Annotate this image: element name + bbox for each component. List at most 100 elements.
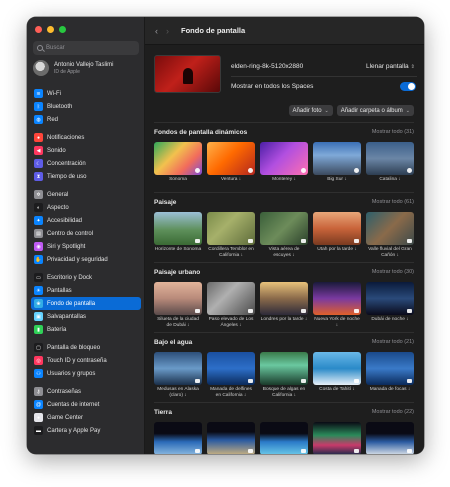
wallpaper-tile[interactable]: Valle fluvial del Gran Cañón ↓ <box>366 212 414 258</box>
sidebar-item-bluetooth[interactable]: ᛒ Bluetooth <box>31 100 141 113</box>
sidebar-group: ▭ Escritorio y Dock ☀ Pantallas ❀ Fondo de pa… <box>31 271 141 336</box>
zoom-button[interactable] <box>59 26 66 33</box>
minimize-button[interactable] <box>47 26 54 33</box>
sidebar-group: ≋ Wi-Fi ᛒ Bluetooth ◍ Red <box>31 87 141 126</box>
sidebar-group: ▢ Pantalla de bloqueo ◎ Touch ID y contrase… <box>31 341 141 380</box>
add-folder-label: Añadir carpeta o álbum <box>340 107 403 114</box>
sidebar-item-moon[interactable]: ☾ Concentración <box>31 157 141 170</box>
wallpaper-tile[interactable]: Paso elevado de Los Ángeles ↓ <box>207 282 255 328</box>
sidebar-item-battery[interactable]: ▮ Batería <box>31 323 141 336</box>
video-icon <box>301 239 306 243</box>
section-header: Bajo el agua Mostrar todo (21) <box>154 336 414 348</box>
wallpaper-tile[interactable]: Medusas en Alaska (claro) ↓ <box>154 352 202 398</box>
wallpaper-tile[interactable]: Oriente Medio ↓ <box>154 422 202 454</box>
search-field[interactable]: Buscar <box>33 41 139 55</box>
wallpaper-section: Bajo el agua Mostrar todo (21) Medusas en … <box>154 336 414 402</box>
wallpaper-label: Monterey ↓ <box>272 177 296 182</box>
wallpaper-tile[interactable]: Manada de delfines en California ↓ <box>207 352 255 398</box>
apple-id-account[interactable]: Antonio Vallejo Taslimi ID de Apple <box>33 60 113 76</box>
sidebar-item-label: Privacidad y seguridad <box>47 256 108 263</box>
wallpaper-label: Catalina ↓ <box>379 177 401 182</box>
wallpaper-tile[interactable]: Monterey ↓ <box>260 142 308 183</box>
close-button[interactable] <box>35 26 42 33</box>
wallpaper-icon: ❀ <box>34 299 43 308</box>
wallpaper-tile[interactable]: Norte de África ↓ <box>207 422 255 454</box>
wallpaper-tile[interactable]: Atlántico norte ↓ <box>366 422 414 454</box>
add-folder-button[interactable]: Añadir carpeta o álbum ⌄ <box>336 105 414 116</box>
wallpaper-tile[interactable]: Silueta de la ciudad de Dubái ↓ <box>154 282 202 328</box>
wallpaper-tile[interactable]: Catalina ↓ <box>366 142 414 183</box>
wallpaper-tile[interactable]: Nueva York de noche ↓ <box>313 282 361 328</box>
back-button[interactable]: ‹ <box>155 26 158 36</box>
sidebar-item-control-center[interactable]: ▤ Centro de control <box>31 227 141 240</box>
divider <box>154 122 414 123</box>
wallpaper-label: Sonoma <box>169 177 187 182</box>
wallpaper-thumbnail <box>313 352 361 385</box>
show-all-button[interactable]: Mostrar todo (21) <box>372 339 414 345</box>
sidebar-item-bell[interactable]: ● Notificaciones <box>31 131 141 144</box>
section-title: Bajo el agua <box>154 338 193 346</box>
sidebar-item-dock[interactable]: ▭ Escritorio y Dock <box>31 271 141 284</box>
add-photo-button[interactable]: Añadir foto ⌄ <box>288 105 333 116</box>
sidebar-item-appearance[interactable]: ◐ Aspecto <box>31 201 141 214</box>
sidebar-item-hand[interactable]: ✋ Privacidad y seguridad <box>31 253 141 266</box>
sidebar-item-wifi[interactable]: ≋ Wi-Fi <box>31 87 141 100</box>
wallpaper-tile[interactable]: Cordillera Temblor en California ↓ <box>207 212 255 258</box>
sidebar-item-accessibility[interactable]: ✦ Accesibilidad <box>31 214 141 227</box>
wallpaper-tile[interactable]: El Caribe ↓ <box>260 422 308 454</box>
show-all-spaces-toggle[interactable] <box>400 82 416 91</box>
wallpaper-tile[interactable]: Big Sur ↓ <box>313 142 361 183</box>
forward-button[interactable]: › <box>166 26 169 36</box>
wallpaper-tile[interactable]: Dubái de noche ↓ <box>366 282 414 328</box>
video-icon <box>195 449 200 453</box>
fill-mode-popup[interactable]: Llenar pantalla ⇕ <box>366 63 415 70</box>
wallpaper-tile[interactable]: Horizonte de Sonoma <box>154 212 202 258</box>
video-icon <box>301 449 306 453</box>
wallpaper-thumbnail <box>154 282 202 315</box>
wallpaper-tile[interactable]: Ventura ↓ <box>207 142 255 183</box>
sidebar-item-label: Pantallas <box>47 287 72 294</box>
wallpaper-thumbnail <box>313 142 361 175</box>
video-icon <box>354 449 359 453</box>
sidebar-item-display[interactable]: ☀ Pantallas <box>31 284 141 297</box>
wallpaper-tile[interactable]: Utah por la tarde ↓ <box>313 212 361 258</box>
sidebar-item-wallpaper[interactable]: ❀ Fondo de pantalla <box>31 297 141 310</box>
sidebar-item-globe[interactable]: ◍ Red <box>31 113 141 126</box>
wallpaper-tile[interactable]: Sonoma <box>154 142 202 183</box>
sidebar-item-game-center[interactable]: ● Game Center <box>31 411 141 424</box>
sidebar-item-siri[interactable]: ◉ Siri y Spotlight <box>31 240 141 253</box>
sidebar-item-label: Fondo de pantalla <box>47 300 96 307</box>
sidebar-item-wallet[interactable]: ▬ Cartera y Apple Pay <box>31 424 141 437</box>
sidebar-item-label: Aspecto <box>47 204 69 211</box>
key-icon: ⚷ <box>34 387 43 396</box>
show-all-button[interactable]: Mostrar todo (31) <box>372 129 414 135</box>
video-icon <box>248 379 253 383</box>
sidebar-item-label: Touch ID y contraseña <box>47 357 107 364</box>
video-icon <box>248 309 253 313</box>
wallpaper-tile[interactable]: Bosque de algas en California ↓ <box>260 352 308 398</box>
show-all-button[interactable]: Mostrar todo (22) <box>372 409 414 415</box>
sidebar-item-lock-screen[interactable]: ▢ Pantalla de bloqueo <box>31 341 141 354</box>
wallpaper-tile[interactable]: Aurora austral en la Antártida ↓ <box>313 422 361 454</box>
wallpaper-thumbnail <box>260 352 308 385</box>
sidebar-item-at[interactable]: @ Cuentas de internet <box>31 398 141 411</box>
sidebar-item-label: Concentración <box>47 160 86 167</box>
sidebar-item-gear[interactable]: ✲ General <box>31 188 141 201</box>
wallpaper-grid: Silueta de la ciudad de Dubái ↓ Paso elev… <box>154 282 414 328</box>
sidebar-item-hourglass[interactable]: ⧗ Tiempo de uso <box>31 170 141 183</box>
sidebar-item-users[interactable]: ⚇ Usuarios y grupos <box>31 367 141 380</box>
battery-icon: ▮ <box>34 325 43 334</box>
show-all-button[interactable]: Mostrar todo (61) <box>372 199 414 205</box>
wallpaper-tile[interactable]: Vista aérea de escuyes ↓ <box>260 212 308 258</box>
sidebar-item-key[interactable]: ⚷ Contraseñas <box>31 385 141 398</box>
sidebar-item-screensaver[interactable]: ▣ Salvapantallas <box>31 310 141 323</box>
sidebar-item-speaker[interactable]: ◀ Sonido <box>31 144 141 157</box>
show-all-button[interactable]: Mostrar todo (30) <box>372 269 414 275</box>
video-icon <box>195 239 200 243</box>
wallpaper-tile[interactable]: Manada de focas ↓ <box>366 352 414 398</box>
wallpaper-grid: Oriente Medio ↓Norte de África ↓El Carib… <box>154 422 414 454</box>
wallpaper-tile[interactable]: Costa de Tahití ↓ <box>313 352 361 398</box>
sidebar-item-label: Cartera y Apple Pay <box>47 427 101 434</box>
sidebar-item-fingerprint[interactable]: ◎ Touch ID y contraseña <box>31 354 141 367</box>
wallpaper-tile[interactable]: Londres por la tarde ↓ <box>260 282 308 328</box>
